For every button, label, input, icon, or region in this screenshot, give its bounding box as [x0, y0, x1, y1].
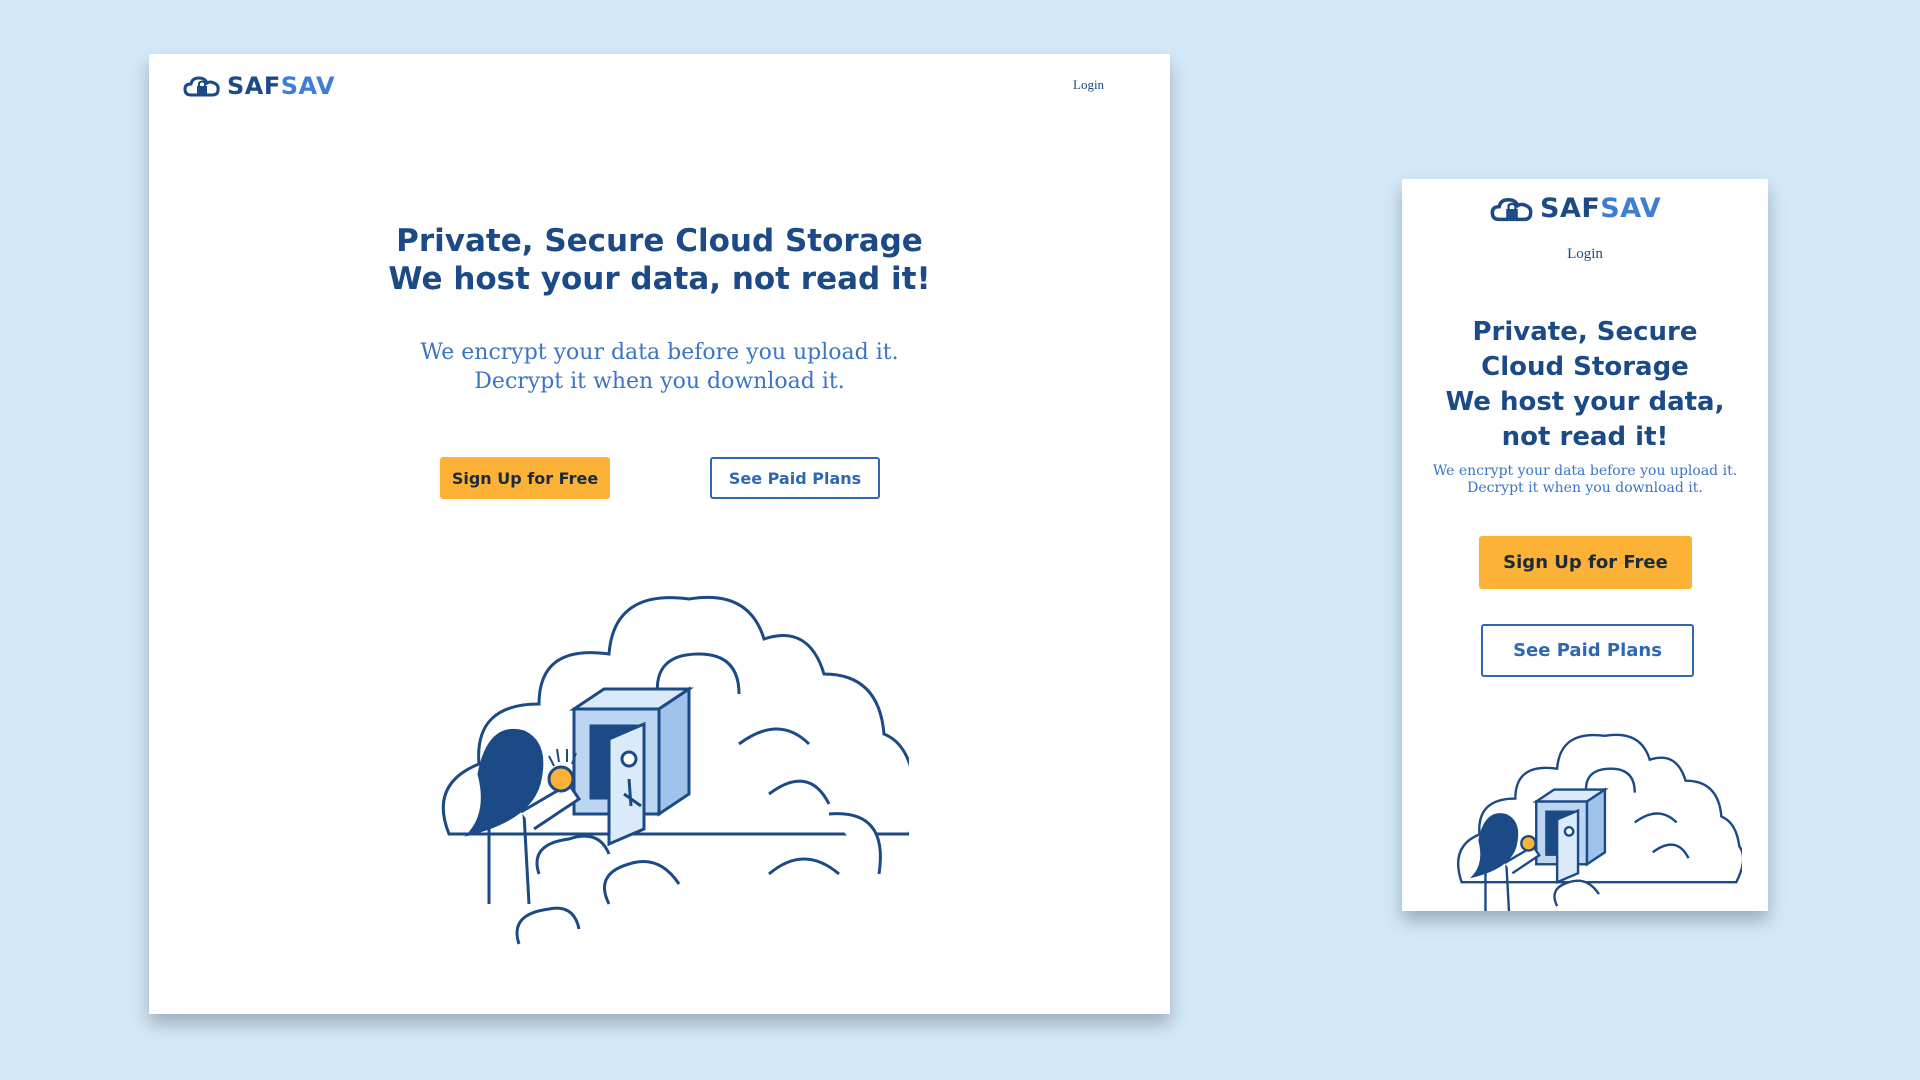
hero-subline: We encrypt your data before you upload i… [149, 338, 1170, 396]
logo-wordmark: SAFSAV [227, 72, 336, 100]
desktop-mockup: SAFSAV Login Private, Secure Cloud Stora… [149, 54, 1170, 1014]
cloud-lock-icon [183, 76, 220, 97]
see-plans-button[interactable]: See Paid Plans [1481, 624, 1694, 677]
subline-line: We encrypt your data before you upload i… [420, 340, 899, 365]
hero-headline: Private, Secure Cloud Storage We host yo… [149, 222, 1170, 298]
cloud-lock-icon [1490, 197, 1533, 221]
login-link[interactable]: Login [1402, 246, 1768, 263]
subline-line: Decrypt it when you download it. [474, 369, 845, 394]
logo-wordmark: SAFSAV [1540, 193, 1662, 224]
signup-button[interactable]: Sign Up for Free [440, 457, 610, 499]
logo[interactable]: SAFSAV [1490, 193, 1661, 224]
headline-line: We host your data, not read it! [388, 261, 931, 297]
signup-button[interactable]: Sign Up for Free [1479, 536, 1692, 589]
cloud-safe-illustration [441, 595, 909, 945]
mobile-mockup: SAFSAV Login Private, Secure Cloud Stora… [1402, 179, 1768, 911]
headline-line: Private, Secure [1472, 317, 1698, 347]
headline-line: Private, Secure Cloud Storage [396, 223, 923, 259]
login-link[interactable]: Login [1073, 77, 1104, 93]
subline-line: Decrypt it when you download it. [1467, 480, 1703, 496]
headline-line: not read it! [1501, 422, 1669, 452]
hero-headline: Private, Secure Cloud Storage We host yo… [1402, 315, 1768, 455]
see-plans-button[interactable]: See Paid Plans [710, 457, 880, 499]
cloud-safe-illustration [1457, 733, 1742, 911]
headline-line: We host your data, [1445, 387, 1725, 417]
logo[interactable]: SAFSAV [183, 72, 335, 100]
hero-subline: We encrypt your data before you upload i… [1402, 463, 1768, 497]
headline-line: Cloud Storage [1481, 352, 1689, 382]
subline-line: We encrypt your data before you upload i… [1432, 463, 1738, 479]
